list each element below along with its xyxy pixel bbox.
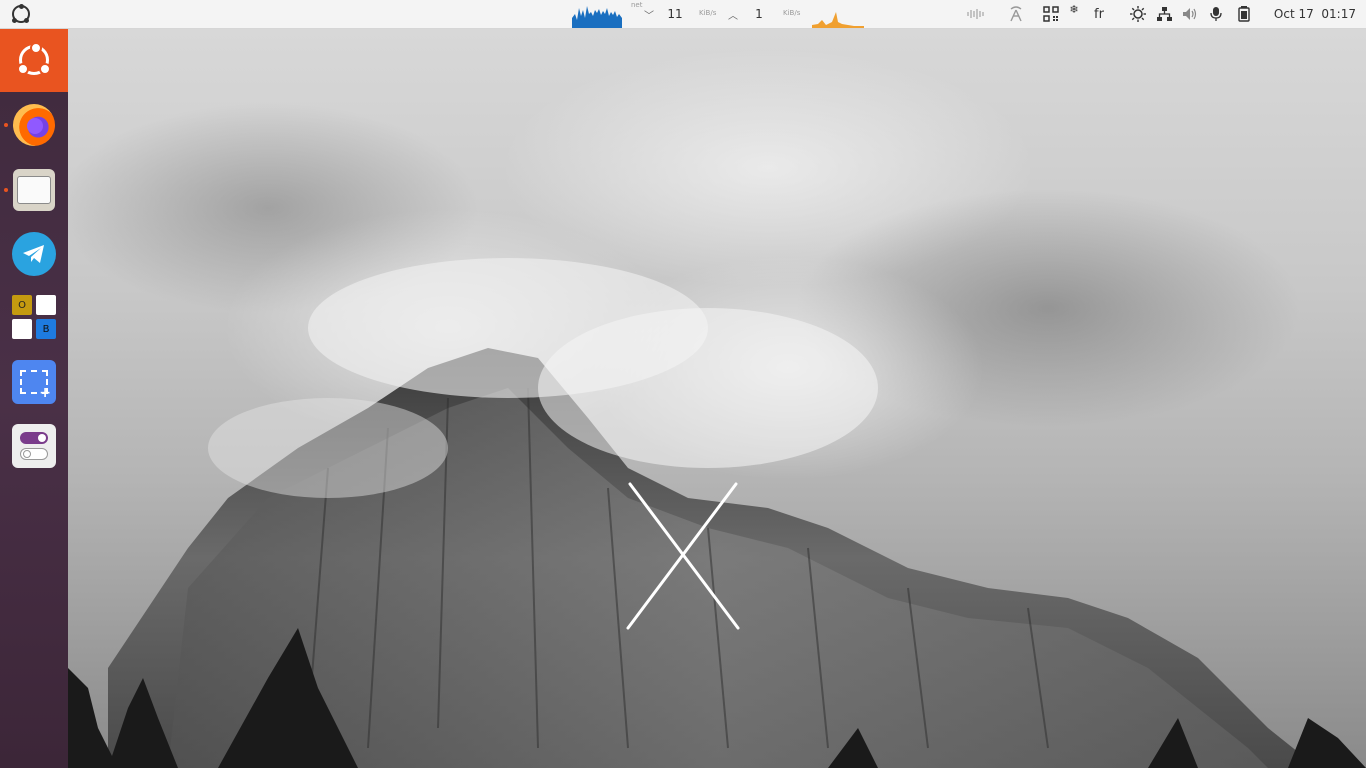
language-indicator[interactable]: fr [1089, 0, 1109, 28]
screenshot-icon: + [12, 360, 56, 404]
upload-speed-value: 1 [755, 7, 763, 21]
dock-item-screenshot[interactable]: + [12, 360, 56, 404]
microphone-icon[interactable] [1206, 0, 1226, 28]
ubuntu-logo-icon [17, 42, 51, 75]
office-letter-o: O [12, 295, 32, 315]
net-label: net [631, 1, 643, 9]
dock-item-telegram[interactable] [12, 232, 56, 276]
dock-item-firefox[interactable] [12, 103, 56, 147]
network-graph[interactable] [572, 0, 622, 28]
dock-item-tweaks[interactable] [12, 424, 56, 468]
dock-item-office-grid[interactable]: O B [12, 295, 56, 339]
battery-icon[interactable] [1234, 0, 1254, 28]
download-unit: KiB/s [699, 9, 717, 17]
clock[interactable]: Oct 17 01:17 [1266, 0, 1356, 28]
ubuntu-logo-icon [12, 4, 30, 23]
clock-time: 01:17 [1321, 7, 1356, 21]
dock: O B + [0, 28, 68, 768]
clock-date: Oct 17 [1273, 7, 1314, 21]
dock-item-files[interactable] [12, 168, 56, 212]
office-letter-b: B [36, 319, 56, 339]
upload-unit: KiB/s [783, 9, 801, 17]
show-apps-button[interactable] [0, 28, 68, 92]
toggle-icon [12, 424, 56, 468]
upload-graph[interactable] [812, 0, 864, 28]
audio-wave-icon[interactable] [966, 0, 986, 28]
antenna-icon[interactable] [1006, 0, 1026, 28]
firefox-icon [13, 104, 55, 146]
upload-arrow-icon: ︿ [728, 10, 738, 22]
top-panel: net ﹀ 11 KiB/s ︿ 1 KiB/s ❄ fr Oct 17 01:… [0, 0, 1366, 29]
office-grid-icon: O B [12, 295, 56, 339]
download-speed-value: 11 [667, 7, 683, 21]
mountain-wallpaper-image [68, 258, 1366, 768]
download-arrow-icon: ﹀ [644, 10, 654, 22]
volume-icon[interactable] [1180, 0, 1200, 28]
desktop-wallpaper [68, 28, 1366, 768]
qr-code-icon[interactable] [1041, 0, 1061, 28]
network-icon[interactable] [1154, 0, 1174, 28]
upload-graph-icon [812, 12, 864, 28]
brightness-icon[interactable] [1128, 0, 1148, 28]
download-graph-icon [572, 6, 622, 28]
snowflake-icon[interactable]: ❄ [1067, 0, 1081, 18]
files-icon [13, 169, 55, 211]
activities-button[interactable] [6, 0, 36, 28]
telegram-icon [12, 232, 56, 276]
running-indicator [4, 123, 8, 127]
running-indicator [4, 188, 8, 192]
